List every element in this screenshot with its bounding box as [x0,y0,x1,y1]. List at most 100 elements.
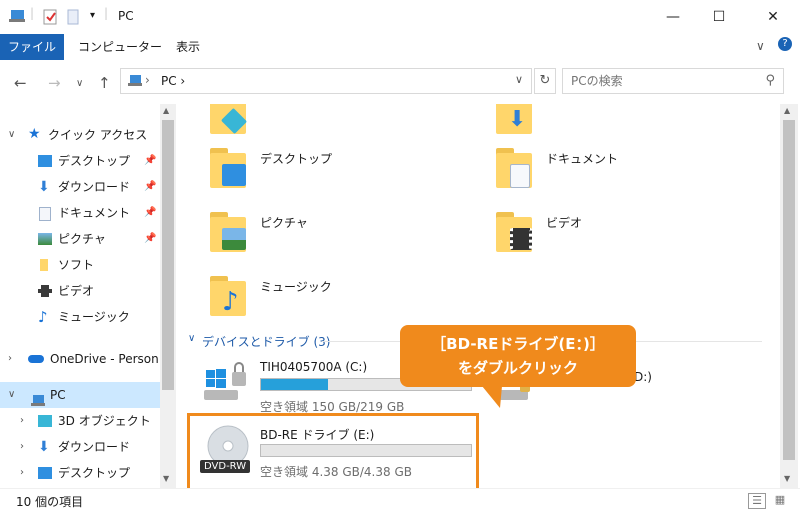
content-scrollbar[interactable]: ▲ ▼ [780,104,798,488]
chevron-right-icon[interactable]: › [20,408,24,434]
sidebar-item-desktop[interactable]: デスクトップ 📌 [0,148,160,174]
3d-objects-folder-icon[interactable] [210,104,248,135]
video-folder-icon[interactable] [496,212,532,252]
pin-icon[interactable]: 📌 [144,148,156,174]
folder-label[interactable]: ピクチャ [260,214,308,231]
details-view-icon[interactable]: ☰ [748,493,766,509]
back-button[interactable]: ← [14,74,27,92]
download-icon: ⬇ [38,439,50,455]
3d-objects-icon [38,415,52,427]
sidebar-item-label: デスクトップ [58,154,131,168]
sidebar-item-label: ソフト [58,258,95,272]
new-folder-icon[interactable] [66,9,80,28]
pictures-icon [38,233,52,245]
recent-locations-button[interactable]: ∨ [76,78,83,89]
chevron-down-icon[interactable]: ∨ [8,382,15,408]
callout-line-2: をダブルクリック [457,359,578,377]
sidebar-item-quick-access[interactable]: ∨ ★ クイック アクセス [0,122,160,148]
instruction-callout: ［BD-REドライブ(E：)］ をダブルクリック [400,325,636,387]
chevron-right-icon[interactable]: › [20,460,24,486]
address-dropdown-icon[interactable]: ∨ [515,73,523,86]
sidebar-item-label: ミュージック [58,310,130,324]
item-count: 10 個の項目 [16,495,84,509]
separator: | [104,6,109,20]
address-bar[interactable]: › PC › ∨ [120,68,532,94]
forward-button[interactable]: → [48,74,61,92]
breadcrumb[interactable]: PC › [161,74,185,88]
sidebar-item-pc-downloads[interactable]: › ⬇ ダウンロード [0,434,160,460]
sidebar-item-music[interactable]: ♪ ミュージック [0,304,160,330]
folder-icon [40,259,48,271]
chevron-down-icon[interactable]: ∨ [8,122,15,148]
help-icon[interactable]: ? [778,37,792,51]
sidebar-item-soft[interactable]: ソフト [0,252,160,278]
documents-icon [39,207,51,221]
sidebar-item-label: ピクチャ [58,232,106,246]
music-folder-icon[interactable]: ♪ [210,276,246,316]
folder-label[interactable]: デスクトップ [260,150,332,167]
scrollbar-thumb[interactable] [162,120,174,390]
folder-label[interactable]: ドキュメント [546,150,618,167]
group-header-devices[interactable]: デバイスとドライブ (3) [202,333,330,350]
search-box[interactable]: ⚲ [562,68,784,94]
cloud-icon [28,355,44,363]
search-icon[interactable]: ⚲ [765,73,775,88]
tab-file[interactable]: ファイル [0,34,64,60]
sidebar-item-3d-objects[interactable]: › 3D オブジェクト [0,408,160,434]
sidebar-item-label: ダウンロード [58,440,131,454]
folder-label[interactable]: ミュージック [260,278,332,295]
sidebar-item-label: ビデオ [58,284,95,298]
breadcrumb-chevron-icon[interactable]: › [145,73,150,87]
sidebar-item-label: PC [50,388,66,402]
pin-icon[interactable]: 📌 [144,200,156,226]
close-button[interactable]: ✕ [750,0,796,34]
customize-toolbar-icon[interactable]: ▾ [90,10,95,21]
desktop-icon [38,155,52,167]
pin-icon[interactable]: 📌 [144,226,156,252]
sidebar-item-pictures[interactable]: ピクチャ 📌 [0,226,160,252]
documents-folder-icon[interactable] [496,148,532,188]
navigation-pane: ∨ ★ クイック アクセス デスクトップ 📌 ⬇ ダウンロード 📌 ドキュメント… [0,104,176,488]
sidebar-item-pc[interactable]: ∨ PC [0,382,160,408]
properties-icon[interactable] [42,9,58,28]
scrollbar-thumb[interactable] [783,120,795,460]
pc-icon [127,75,143,90]
refresh-button[interactable]: ↻ [534,68,556,94]
pictures-folder-icon[interactable] [210,212,246,252]
callout-line-1: ［BD-REドライブ(E：)］ [431,335,605,353]
scroll-down-icon[interactable]: ▼ [784,474,790,483]
minimize-button[interactable]: — [650,0,696,34]
scroll-up-icon[interactable]: ▲ [163,106,169,115]
maximize-button[interactable]: ☐ [696,0,742,34]
sidebar-item-downloads[interactable]: ⬇ ダウンロード 📌 [0,174,160,200]
up-button[interactable]: ↑ [98,74,111,92]
scroll-down-icon[interactable]: ▼ [163,474,169,483]
separator: | [30,6,35,20]
ribbon-expand-chevron-icon[interactable]: ∨ [756,39,765,53]
chevron-down-icon[interactable]: ∨ [188,333,195,344]
scroll-up-icon[interactable]: ▲ [784,106,790,115]
chevron-right-icon[interactable]: › [20,434,24,460]
search-input[interactable] [569,73,753,89]
sidebar-item-videos[interactable]: ビデオ [0,278,160,304]
drive-name-partial[interactable]: D:) [634,370,652,384]
folder-label[interactable]: ビデオ [546,214,582,231]
downloads-folder-icon[interactable]: ⬇ [496,104,532,134]
windows-drive-icon[interactable] [202,362,252,404]
navigation-bar: ← → ∨ ↑ › PC › ∨ ↻ ⚲ [0,60,800,104]
desktop-folder-icon[interactable] [210,148,246,188]
sidebar-scrollbar[interactable]: ▲ ▼ [160,104,176,488]
sidebar-item-label: 3D オブジェクト [58,414,151,428]
drive-usage-fill [261,379,328,390]
sidebar-item-documents[interactable]: ドキュメント 📌 [0,200,160,226]
large-icons-view-icon[interactable]: ▦ [772,493,788,507]
pin-icon[interactable]: 📌 [144,174,156,200]
tab-view[interactable]: 表示 [176,34,200,60]
title-bar: | ▾ | PC — ☐ ✕ [0,0,800,34]
drive-name[interactable]: TIH0405700A (C:) [260,360,367,374]
star-icon: ★ [28,126,41,142]
tab-computer[interactable]: コンピューター [78,34,162,60]
chevron-right-icon[interactable]: › [8,346,12,372]
sidebar-item-onedrive[interactable]: › OneDrive - Person [0,346,160,372]
sidebar-item-pc-desktop[interactable]: › デスクトップ [0,460,160,486]
